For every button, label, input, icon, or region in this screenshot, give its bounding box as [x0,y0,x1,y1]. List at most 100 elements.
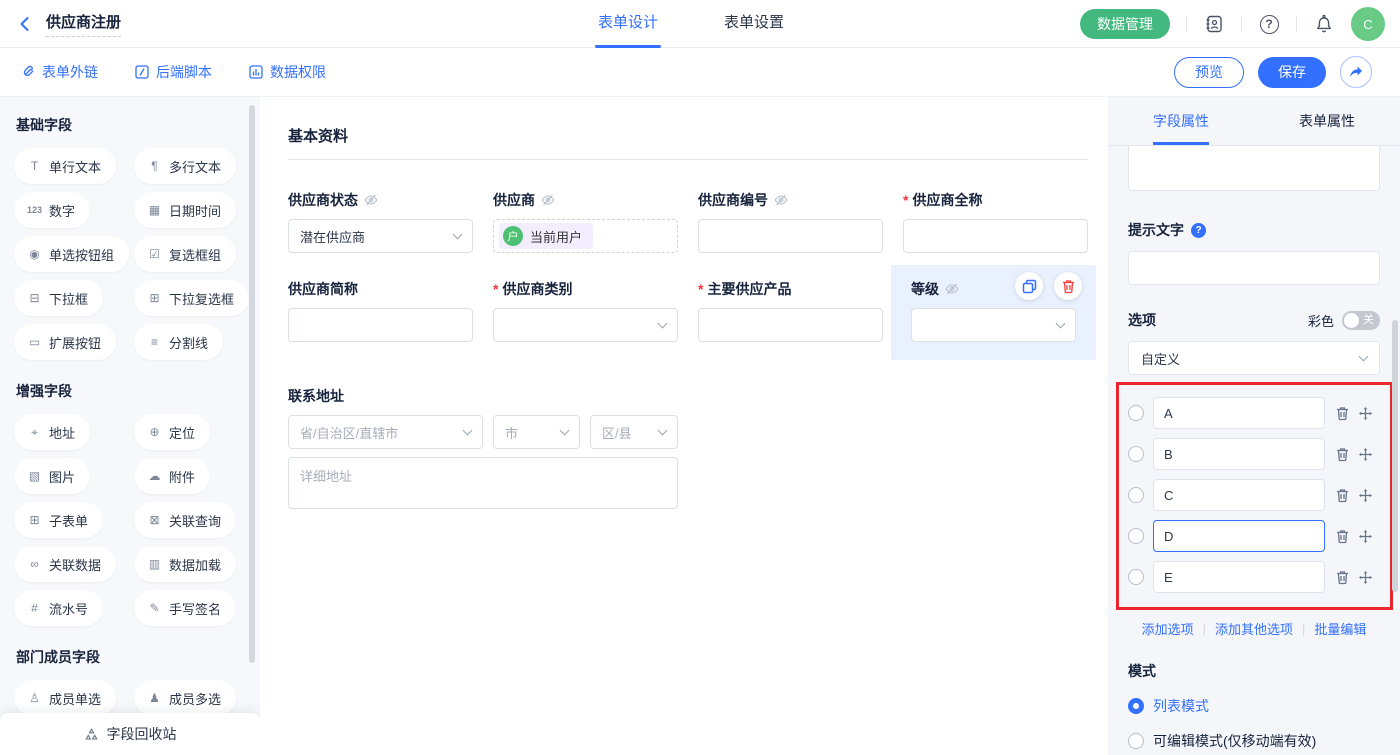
main-products-input[interactable] [698,308,883,342]
move-option-handle[interactable] [1358,570,1373,585]
option-input[interactable] [1153,438,1325,470]
pill-image[interactable]: ▧图片 [14,458,90,494]
divider [1186,16,1187,32]
help-icon[interactable]: ? [1258,13,1280,35]
option-input-focused[interactable] [1153,520,1325,552]
pill-number[interactable]: 123数字 [14,192,90,228]
supplier-shortname-input[interactable] [288,308,473,342]
pill-member-multi[interactable]: ♟成员多选 [134,680,236,716]
option-input[interactable] [1153,561,1325,593]
notification-bell-icon[interactable] [1313,13,1335,35]
pill-dropdown-multi[interactable]: ⊞下拉复选框 [134,280,249,316]
tab-form-design[interactable]: 表单设计 [598,0,658,48]
pill-dropdown[interactable]: ⊟下拉框 [14,280,103,316]
option-radio[interactable] [1128,405,1144,421]
hint-text-input[interactable] [1128,251,1380,285]
tab-form-properties[interactable]: 表单属性 [1254,97,1400,145]
supplier-code-field[interactable]: 供应商编号 [698,190,883,253]
add-option-link[interactable]: 添加选项 [1142,619,1194,638]
share-button[interactable] [1340,56,1372,88]
supplier-category-field[interactable]: *供应商类别 [493,279,678,360]
move-option-handle[interactable] [1358,406,1373,421]
copy-field-button[interactable] [1015,272,1043,300]
option-input[interactable] [1153,479,1325,511]
backend-script-link[interactable]: 后端脚本 [134,62,212,82]
pill-subform[interactable]: ⊞子表单 [14,502,103,538]
option-input[interactable] [1153,397,1325,429]
back-button[interactable] [16,14,36,34]
option-radio[interactable] [1128,528,1144,544]
form-canvas[interactable]: 基本资料 供应商状态 潜在供应商 供应商 户 当 [260,97,1108,755]
pill-serial-number[interactable]: #流水号 [14,590,103,626]
pill-relation-query[interactable]: ⊠关联查询 [134,502,236,538]
supplier-value-box[interactable]: 户 当前用户 [493,219,678,253]
panel-scrollbar[interactable] [1392,320,1398,592]
field-name-input-clipped[interactable] [1128,146,1380,191]
pill-single-line-text[interactable]: T单行文本 [14,148,116,184]
pill-checkbox-group[interactable]: ☑复选框组 [134,236,236,272]
data-permission-link[interactable]: 数据权限 [248,62,326,82]
radio-selected[interactable] [1128,698,1144,714]
radio-unselected[interactable] [1128,733,1144,749]
pill-address[interactable]: ⌖地址 [14,414,90,450]
delete-option-button[interactable] [1335,488,1350,503]
pill-datetime[interactable]: ▦日期时间 [134,192,236,228]
delete-option-button[interactable] [1335,447,1350,462]
mode-option-list[interactable]: 列表模式 [1128,696,1380,716]
pill-signature[interactable]: ✎手写签名 [134,590,236,626]
user-avatar[interactable]: C [1351,7,1385,41]
supplier-fullname-input[interactable] [903,219,1088,253]
sidebar-scrollbar[interactable] [249,105,255,663]
form-external-link[interactable]: 表单外链 [20,62,98,82]
form-title[interactable]: 供应商注册 [46,11,121,37]
supplier-fullname-field[interactable]: *供应商全称 [903,190,1088,253]
option-source-select[interactable]: 自定义 [1128,341,1380,375]
move-option-handle[interactable] [1358,488,1373,503]
pill-data-load[interactable]: ▥数据加载 [134,546,236,582]
supplier-field[interactable]: 供应商 户 当前用户 [493,190,678,253]
option-radio[interactable] [1128,446,1144,462]
preview-button[interactable]: 预览 [1174,57,1244,88]
detail-address-textarea[interactable]: 详细地址 [288,457,678,509]
district-select[interactable]: 区/县 [590,415,678,449]
save-button[interactable]: 保存 [1258,57,1326,88]
province-select[interactable]: 省/自治区/直辖市 [288,415,483,449]
grade-field-selected[interactable]: 等级 [891,265,1096,360]
city-select[interactable]: 市 [493,415,580,449]
main-products-field[interactable]: *主要供应产品 [698,279,883,360]
tab-field-properties[interactable]: 字段属性 [1108,97,1254,145]
help-circle-icon[interactable]: ? [1191,223,1206,238]
pill-member-single[interactable]: ♙成员单选 [14,680,116,716]
option-radio[interactable] [1128,569,1144,585]
delete-option-button[interactable] [1335,406,1350,421]
pill-relation-data[interactable]: ∞关联数据 [14,546,116,582]
grade-select[interactable] [911,308,1076,342]
supplier-status-select[interactable]: 潜在供应商 [288,219,473,253]
delete-option-button[interactable] [1335,529,1350,544]
pill-divider-line[interactable]: ≡分割线 [134,324,223,360]
delete-field-button[interactable] [1054,272,1082,300]
supplier-status-field[interactable]: 供应商状态 潜在供应商 [288,190,473,253]
data-manage-button[interactable]: 数据管理 [1080,9,1170,39]
tab-form-settings[interactable]: 表单设置 [724,0,784,48]
field-recycle-bin[interactable]: 字段回收站 [0,713,260,755]
supplier-shortname-field[interactable]: 供应商简称 [288,279,473,360]
move-option-handle[interactable] [1358,447,1373,462]
pill-multi-line-text[interactable]: ¶多行文本 [134,148,236,184]
batch-edit-link[interactable]: 批量编辑 [1314,619,1366,638]
move-option-handle[interactable] [1358,529,1373,544]
mode-option-editable[interactable]: 可编辑模式(仅移动端有效) [1128,731,1380,751]
address-book-icon[interactable] [1203,13,1225,35]
color-toggle[interactable]: 关 [1342,311,1380,330]
delete-option-button[interactable] [1335,570,1350,585]
pill-radio-group[interactable]: ◉单选按钮组 [14,236,129,272]
pill-attachment[interactable]: ☁附件 [134,458,210,494]
contact-address-field[interactable]: 联系地址 省/自治区/直辖市 市 区/县 详细地址 [288,386,1108,509]
pill-location[interactable]: ⊕定位 [134,414,210,450]
pill-extend-button[interactable]: ▭扩展按钮 [14,324,116,360]
supplier-category-select[interactable] [493,308,678,342]
option-radio[interactable] [1128,487,1144,503]
supplier-code-input[interactable] [698,219,883,253]
checkbox-icon: ☑ [147,247,162,261]
add-other-option-link[interactable]: 添加其他选项 [1215,619,1293,638]
